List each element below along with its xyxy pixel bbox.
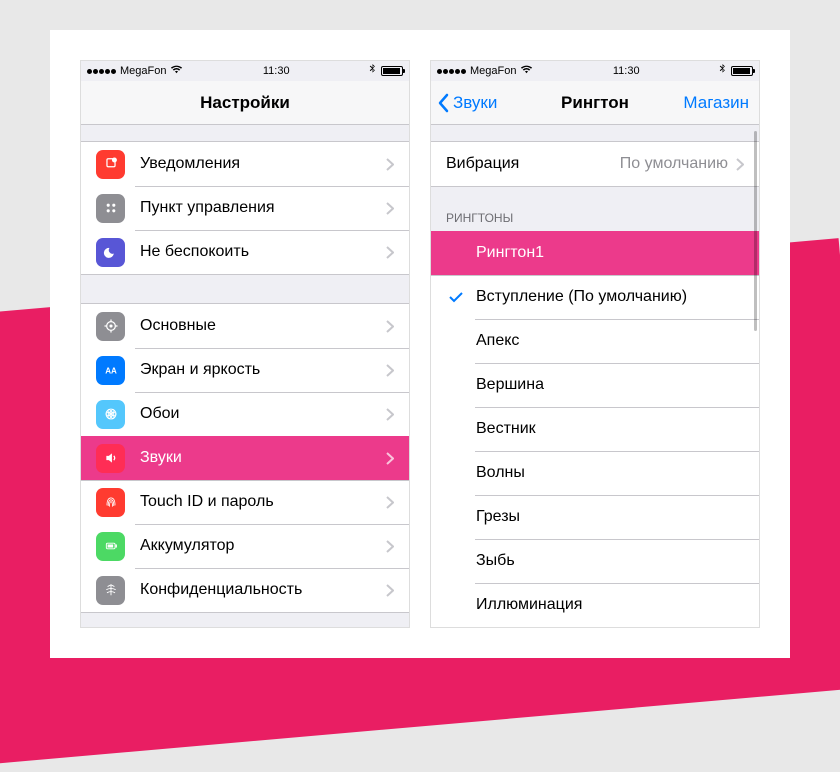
store-button[interactable]: Магазин (683, 81, 749, 124)
clock-label: 11:30 (613, 65, 640, 77)
settings-row-battery[interactable]: Аккумулятор (81, 524, 409, 568)
ringtone-label: Волны (476, 464, 525, 482)
back-button[interactable]: Звуки (437, 81, 497, 124)
ringtone-row[interactable]: Грезы (431, 495, 759, 539)
vibration-label: Вибрация (446, 155, 620, 173)
ringtone-label: Зыбь (476, 552, 515, 570)
row-label: Touch ID и пароль (140, 493, 386, 511)
clock-label: 11:30 (263, 65, 290, 77)
wifi-icon (170, 65, 183, 77)
row-label: Конфиденциальность (140, 581, 386, 599)
touchid-icon (96, 488, 125, 517)
row-label: Звуки (140, 449, 386, 467)
notifications-icon (96, 150, 125, 179)
carrier-label: MegaFon (120, 65, 166, 77)
vibration-row[interactable]: Вибрация По умолчанию (431, 142, 759, 186)
row-label: Уведомления (140, 155, 386, 173)
bluetooth-icon (369, 64, 376, 78)
back-label: Звуки (453, 93, 497, 113)
settings-row-dnd[interactable]: Не беспокоить (81, 230, 409, 274)
ringtone-row[interactable]: Иллюминация (431, 583, 759, 627)
chevron-right-icon (386, 540, 394, 553)
vibration-value: По умолчанию (620, 155, 728, 173)
carrier-label: MegaFon (470, 65, 516, 77)
chevron-right-icon (386, 496, 394, 509)
page-title: Настройки (200, 93, 290, 113)
checkmark-icon (446, 292, 466, 303)
wallpaper-icon (96, 400, 125, 429)
chevron-right-icon (386, 246, 394, 259)
chevron-right-icon (736, 158, 744, 171)
row-label: Экран и яркость (140, 361, 386, 379)
svg-text:AA: AA (105, 366, 117, 375)
status-bar: MegaFon 11:30 (431, 61, 759, 81)
nav-bar: Настройки (81, 81, 409, 125)
chevron-right-icon (386, 408, 394, 421)
dnd-icon (96, 238, 125, 267)
settings-content: Уведомления Пункт управления Не беспокоить… (81, 125, 409, 627)
general-icon (96, 312, 125, 341)
chevron-right-icon (386, 452, 394, 465)
wifi-icon (520, 65, 533, 77)
settings-row-wallpaper[interactable]: Обои (81, 392, 409, 436)
ringtone-label: Вершина (476, 376, 544, 394)
phone-settings: MegaFon 11:30 Настройки Уведомления Пункт… (80, 60, 410, 628)
phone-ringtone: MegaFon 11:30 Звуки Рингтон Магазин (430, 60, 760, 628)
settings-row-touchid[interactable]: Touch ID и пароль (81, 480, 409, 524)
settings-row-notifications[interactable]: Уведомления (81, 142, 409, 186)
ringtone-label: Рингтон1 (476, 244, 544, 262)
scrollbar[interactable] (754, 131, 757, 331)
chevron-right-icon (386, 202, 394, 215)
settings-row-sounds[interactable]: Звуки (81, 436, 409, 480)
chevron-right-icon (386, 584, 394, 597)
display-icon: AA (96, 356, 125, 385)
signal-dots-icon (437, 69, 466, 74)
settings-row-privacy[interactable]: Конфиденциальность (81, 568, 409, 612)
settings-group: Основные AA Экран и яркость Обои Звуки Touch … (81, 303, 409, 613)
chevron-right-icon (386, 158, 394, 171)
row-label: Аккумулятор (140, 537, 386, 555)
ringtone-label: Вестник (476, 420, 536, 438)
ringtone-row[interactable]: Волны (431, 451, 759, 495)
control-center-icon (96, 194, 125, 223)
status-bar: MegaFon 11:30 (81, 61, 409, 81)
page-title: Рингтон (561, 93, 629, 113)
row-label: Не беспокоить (140, 243, 386, 261)
settings-group: Уведомления Пункт управления Не беспокоить (81, 141, 409, 275)
battery-icon (731, 66, 753, 76)
chevron-right-icon (386, 364, 394, 377)
settings-row-display[interactable]: AA Экран и яркость (81, 348, 409, 392)
battery-icon (96, 532, 125, 561)
sounds-icon (96, 444, 125, 473)
ringtone-label: Грезы (476, 508, 520, 526)
bluetooth-icon (719, 64, 726, 78)
chevron-right-icon (386, 320, 394, 333)
ringtone-label: Вступление (По умолчанию) (476, 288, 687, 306)
ringtone-row[interactable]: Вестник (431, 407, 759, 451)
privacy-icon (96, 576, 125, 605)
ringtone-label: Апекс (476, 332, 519, 350)
row-label: Пункт управления (140, 199, 386, 217)
store-label: Магазин (683, 93, 749, 113)
signal-dots-icon (87, 69, 116, 74)
ringtone-content: Вибрация По умолчанию РИНГТОНЫ Рингтон1 В… (431, 125, 759, 627)
screenshot-card: MegaFon 11:30 Настройки Уведомления Пункт… (50, 30, 790, 658)
battery-icon (381, 66, 403, 76)
nav-bar: Звуки Рингтон Магазин (431, 81, 759, 125)
vibration-group: Вибрация По умолчанию (431, 141, 759, 187)
settings-row-control-center[interactable]: Пункт управления (81, 186, 409, 230)
row-label: Обои (140, 405, 386, 423)
ringtone-row[interactable]: Вступление (По умолчанию) (431, 275, 759, 319)
row-label: Основные (140, 317, 386, 335)
ringtone-label: Иллюминация (476, 596, 582, 614)
settings-row-general[interactable]: Основные (81, 304, 409, 348)
ringtone-row[interactable]: Вершина (431, 363, 759, 407)
ringtones-header: РИНГТОНЫ (431, 205, 759, 231)
ringtone-row[interactable]: Апекс (431, 319, 759, 363)
ringtones-group: Рингтон1 Вступление (По умолчанию) Апекс Ве… (431, 231, 759, 627)
ringtone-row[interactable]: Рингтон1 (431, 231, 759, 275)
ringtone-row[interactable]: Зыбь (431, 539, 759, 583)
